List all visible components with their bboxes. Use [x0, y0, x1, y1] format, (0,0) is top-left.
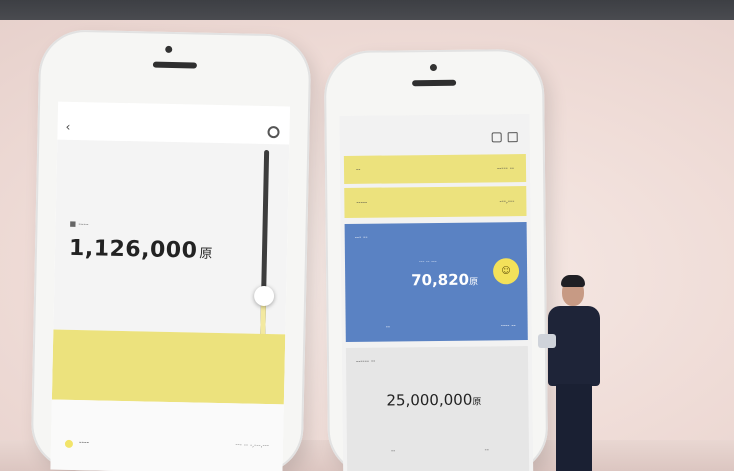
bottom-left-label[interactable]: ---- — [79, 438, 89, 446]
phone-right-screen: -- ----- -- ----- ---,--- --- -- --- -- … — [339, 114, 534, 471]
speaker-grille — [152, 61, 197, 69]
row1-value: ----- -- — [496, 164, 515, 172]
savings-right-action[interactable]: ---- -- — [501, 322, 516, 329]
notification-icon[interactable] — [491, 132, 502, 143]
savings-subtitle: --- -- --- — [418, 258, 437, 266]
stage-photo: ‹ ■ ---- 1,126,000 原 ---- --- -- -,---,--… — [0, 0, 734, 471]
row2-label: ----- — [356, 199, 368, 207]
deposit-title: ------ -- — [355, 357, 376, 365]
menu-icon[interactable] — [507, 132, 518, 143]
presenter-clicker — [538, 334, 556, 348]
presenter-person — [538, 270, 610, 471]
bottom-bar: ---- --- -- -,---,--- — [50, 399, 284, 471]
deposit-right-action[interactable]: -- — [485, 446, 489, 453]
deposit-left-action[interactable]: -- — [391, 447, 395, 454]
deposit-amount: 25,000,000原 — [386, 390, 482, 410]
yellow-panel — [51, 329, 286, 405]
phone-right: -- ----- -- ----- ---,--- --- -- --- -- … — [323, 48, 549, 471]
presenter-hair — [561, 275, 585, 287]
balance-amount: 1,126,000 原 — [68, 235, 214, 264]
row1-label: -- — [355, 166, 361, 174]
balance-label: ■ ---- — [69, 219, 89, 229]
phone-left-screen: ‹ ■ ---- 1,126,000 原 ---- --- -- -,---,--… — [50, 101, 291, 471]
yellow-row-1[interactable]: -- ----- -- — [343, 154, 527, 184]
balance-panel: ■ ---- 1,126,000 原 — [53, 139, 290, 335]
row2-value: ---,--- — [499, 197, 515, 205]
top-icons — [340, 126, 530, 152]
yellow-dot-icon — [64, 439, 74, 448]
presenter-legs — [556, 384, 592, 471]
savings-amount: 70,820原 — [411, 270, 479, 290]
coin-icon[interactable]: ☺ — [492, 258, 520, 285]
speaker-grille — [412, 79, 457, 87]
front-camera — [429, 63, 437, 72]
savings-left-action[interactable]: -- — [386, 323, 390, 330]
yellow-row-2[interactable]: ----- ---,--- — [344, 186, 527, 218]
gear-icon[interactable] — [267, 125, 280, 139]
phone-left: ‹ ■ ---- 1,126,000 原 ---- --- -- -,---,--… — [30, 29, 312, 471]
front-camera — [165, 45, 173, 53]
back-icon[interactable]: ‹ — [65, 114, 70, 140]
savings-title: --- -- — [354, 233, 368, 241]
deposit-card[interactable]: ------ -- 25,000,000原 -- -- — [345, 346, 530, 471]
bottom-right-label: --- -- -,---,--- — [235, 441, 270, 450]
savings-card[interactable]: --- -- --- -- --- 70,820原 ☺ -- ---- -- — [344, 222, 528, 342]
